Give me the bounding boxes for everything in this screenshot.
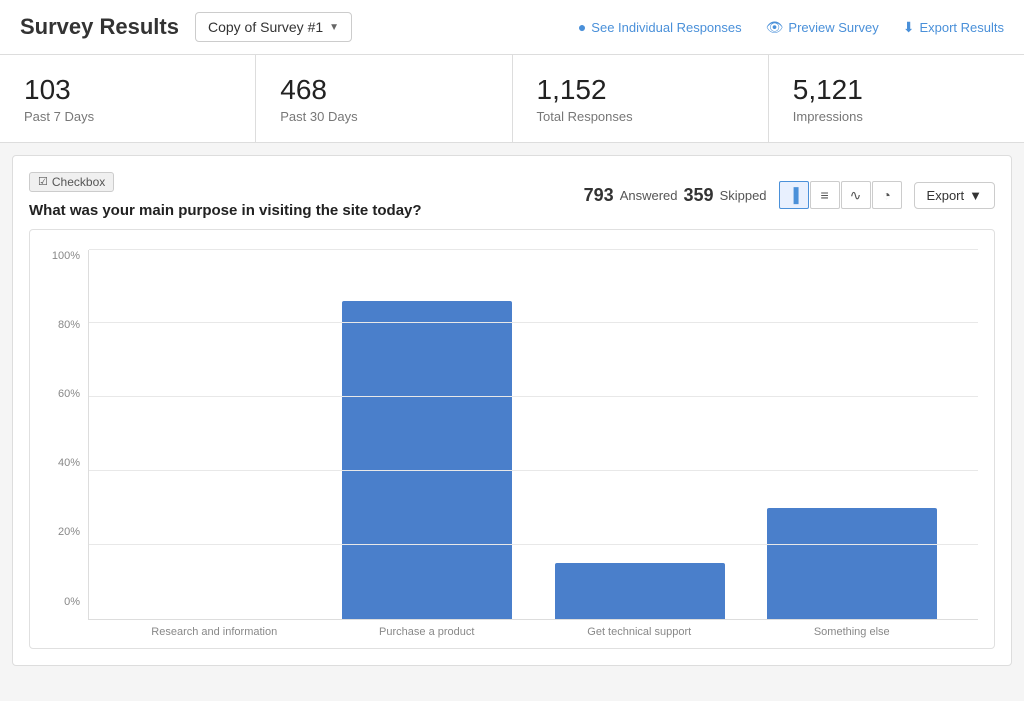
y-label-0: 0% — [64, 596, 80, 608]
question-header-left: ☑ Checkbox What was your main purpose in… — [29, 172, 422, 219]
stats-row: 103 Past 7 Days 468 Past 30 Days 1,152 T… — [0, 55, 1024, 143]
answered-label: Answered — [620, 188, 678, 203]
checkbox-icon: ☑ — [38, 175, 48, 188]
preview-icon: 👁 — [766, 19, 784, 36]
list-chart-icon-btn[interactable]: ≡ — [810, 181, 840, 209]
survey-dropdown[interactable]: Copy of Survey #1 ▼ — [195, 12, 352, 42]
bar-group-technical — [534, 250, 746, 619]
question-header-right: 793 Answered 359 Skipped ▐ ≡ ∿ ◔ — [584, 181, 995, 209]
grid-line-80 — [89, 322, 978, 323]
stat-label-30days: Past 30 Days — [280, 109, 487, 124]
y-axis: 100% 80% 60% 40% 20% 0% — [46, 250, 88, 638]
export-button[interactable]: Export ▼ — [914, 182, 995, 209]
preview-survey-link[interactable]: 👁 Preview Survey — [766, 19, 879, 36]
line-chart-icon: ∿ — [850, 187, 862, 204]
chart-container: 100% 80% 60% 40% 20% 0% — [29, 229, 995, 649]
export-label: Export — [927, 188, 965, 203]
stat-card-impressions: 5,121 Impressions — [769, 55, 1024, 142]
stat-label-impressions: Impressions — [793, 109, 1000, 124]
question-type-badge: ☑ Checkbox — [29, 172, 114, 192]
stat-value-30days: 468 — [280, 73, 487, 107]
answered-count: 793 — [584, 185, 614, 206]
bar-technical — [555, 563, 725, 618]
chart-wrapper: 100% 80% 60% 40% 20% 0% — [46, 250, 978, 638]
grid-line-100 — [89, 249, 978, 250]
bar-chart-icon: ▐ — [789, 187, 799, 203]
bar-group-purchase — [321, 250, 533, 619]
line-chart-icon-btn[interactable]: ∿ — [841, 181, 871, 209]
eye-icon: ● — [578, 19, 586, 35]
chart-type-icons: ▐ ≡ ∿ ◔ — [779, 181, 902, 209]
stat-label-7days: Past 7 Days — [24, 109, 231, 124]
stat-value-impressions: 5,121 — [793, 73, 1000, 107]
stat-card-30days: 468 Past 30 Days — [256, 55, 512, 142]
chart-area: Research and information Purchase a prod… — [88, 250, 978, 638]
chart-grid — [88, 250, 978, 620]
question-section: ☑ Checkbox What was your main purpose in… — [12, 155, 1012, 666]
y-label-80: 80% — [58, 319, 80, 331]
x-label-purchase: Purchase a product — [321, 626, 534, 638]
grid-line-40 — [89, 470, 978, 471]
stat-value-total: 1,152 — [537, 73, 744, 107]
x-label-research: Research and information — [108, 626, 321, 638]
grid-line-20 — [89, 544, 978, 545]
y-label-100: 100% — [52, 250, 80, 262]
y-label-20: 20% — [58, 526, 80, 538]
bar-chart-icon-btn[interactable]: ▐ — [779, 181, 809, 209]
x-label-something: Something else — [746, 626, 959, 638]
bar-group-something — [746, 250, 958, 619]
chevron-down-icon: ▼ — [329, 22, 339, 33]
pie-chart-icon-btn[interactable]: ◔ — [872, 181, 902, 209]
bar-group-research — [109, 250, 321, 619]
stat-value-7days: 103 — [24, 73, 231, 107]
grid-line-60 — [89, 396, 978, 397]
y-label-60: 60% — [58, 388, 80, 400]
question-header: ☑ Checkbox What was your main purpose in… — [29, 172, 995, 219]
see-individual-responses-link[interactable]: ● See Individual Responses — [578, 19, 742, 35]
bars-container — [89, 250, 978, 619]
stat-card-7days: 103 Past 7 Days — [0, 55, 256, 142]
x-label-technical: Get technical support — [533, 626, 746, 638]
survey-name: Copy of Survey #1 — [208, 19, 323, 35]
bar-purchase — [342, 301, 512, 618]
export-results-link[interactable]: ⬇ Export Results — [903, 19, 1004, 36]
stat-card-total: 1,152 Total Responses — [513, 55, 769, 142]
y-label-40: 40% — [58, 457, 80, 469]
download-icon: ⬇ — [903, 19, 915, 36]
export-chevron-icon: ▼ — [969, 188, 982, 203]
page-title: Survey Results — [20, 14, 179, 40]
answered-skipped-stats: 793 Answered 359 Skipped — [584, 185, 767, 206]
header-actions: ● See Individual Responses 👁 Preview Sur… — [578, 19, 1004, 36]
x-labels: Research and information Purchase a prod… — [88, 620, 978, 638]
page-header: Survey Results Copy of Survey #1 ▼ ● See… — [0, 0, 1024, 55]
list-icon: ≡ — [820, 187, 828, 203]
skipped-label: Skipped — [720, 188, 767, 203]
pie-chart-icon: ◔ — [882, 187, 890, 203]
question-text: What was your main purpose in visiting t… — [29, 202, 422, 219]
skipped-count: 359 — [684, 185, 714, 206]
bar-something — [767, 508, 937, 619]
stat-label-total: Total Responses — [537, 109, 744, 124]
